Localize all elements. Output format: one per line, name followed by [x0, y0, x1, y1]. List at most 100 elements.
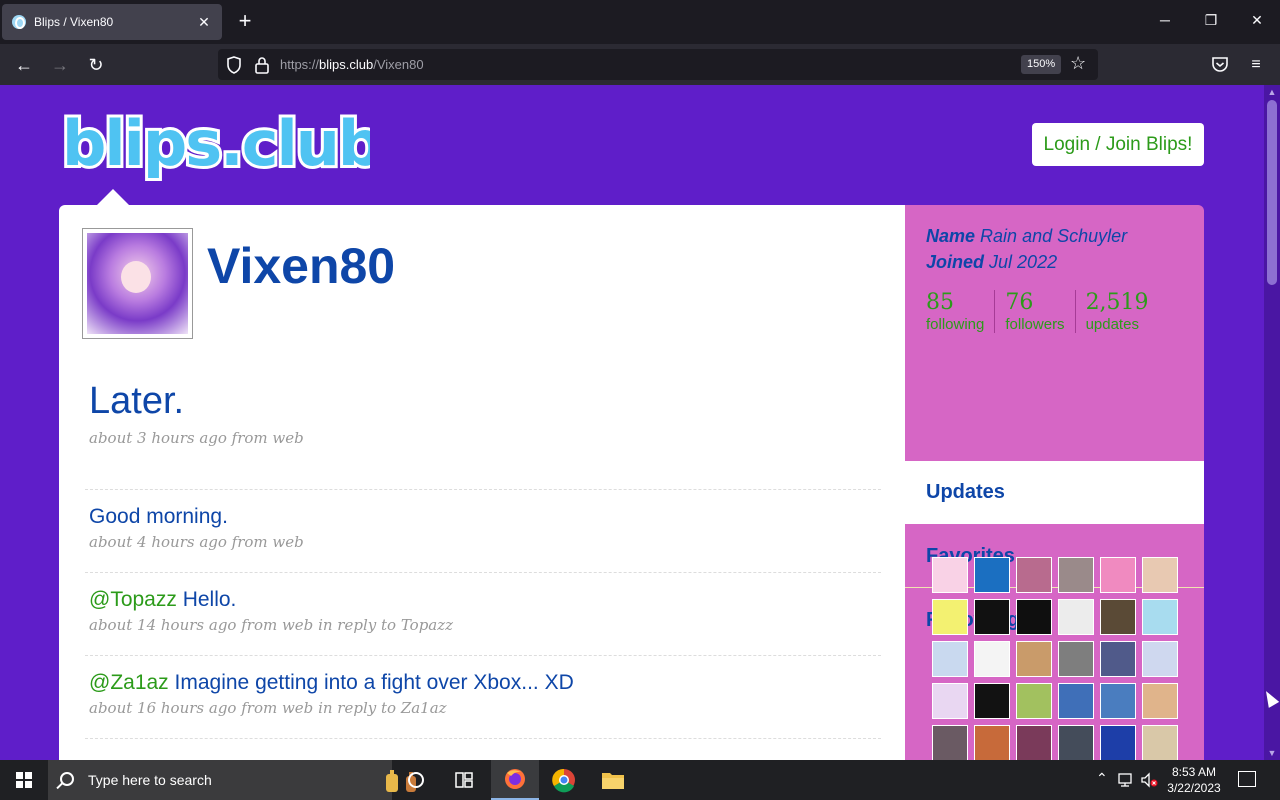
post-item: Good morning. about 4 hours ago from web — [89, 505, 304, 551]
updates-label: updates — [1085, 316, 1139, 333]
following-avatar[interactable] — [932, 641, 968, 677]
reload-icon[interactable]: ↻ — [84, 53, 108, 77]
following-avatar[interactable] — [1058, 557, 1094, 593]
site-logo[interactable]: blips.club — [58, 105, 370, 185]
scrollbar-thumb[interactable] — [1267, 100, 1277, 285]
followers-stat[interactable]: 76 followers — [1005, 290, 1076, 333]
avatar-image — [87, 233, 188, 334]
profile-info: Name Rain and Schuyler Joined Jul 2022 — [926, 223, 1127, 275]
taskbar-firefox[interactable] — [491, 760, 539, 800]
following-avatar[interactable] — [932, 725, 968, 760]
name-value: Rain and Schuyler — [980, 226, 1128, 246]
post-meta[interactable]: about 3 hours ago from web — [89, 429, 304, 447]
back-icon[interactable]: ← — [12, 53, 36, 77]
post-time-link[interactable]: about 14 hours ago from web — [89, 616, 313, 634]
scroll-up-icon[interactable]: ▲ — [1264, 85, 1280, 99]
folder-icon — [602, 773, 624, 789]
scroll-down-icon[interactable]: ▼ — [1264, 746, 1280, 760]
following-avatar[interactable] — [974, 599, 1010, 635]
following-stat[interactable]: 85 following — [926, 290, 996, 333]
tray-chevron-icon[interactable]: ⌃ — [1096, 770, 1108, 787]
post-mention-link[interactable]: @Topazz — [89, 588, 177, 611]
taskbar-chrome[interactable] — [540, 760, 588, 800]
reply-to-link[interactable]: in reply to Za1az — [318, 699, 447, 717]
volume-muted-icon[interactable] — [1140, 772, 1158, 788]
zoom-level-button[interactable]: 150% — [1021, 55, 1062, 74]
following-avatar[interactable] — [974, 683, 1010, 719]
reply-to-link[interactable]: in reply to Topazz — [318, 616, 453, 634]
following-avatar[interactable] — [1100, 599, 1136, 635]
following-avatar[interactable] — [1100, 641, 1136, 677]
following-avatar[interactable] — [1058, 641, 1094, 677]
url-prefix: https:// — [280, 57, 320, 72]
following-avatar[interactable] — [1100, 557, 1136, 593]
following-avatar[interactable] — [1142, 599, 1178, 635]
cortana-icon[interactable] — [408, 772, 424, 788]
following-avatar[interactable] — [1058, 683, 1094, 719]
clock-time: 8:53 AM — [1171, 765, 1217, 779]
shield-icon[interactable] — [226, 56, 242, 74]
login-join-button[interactable]: Login / Join Blips! — [1032, 123, 1204, 166]
taskbar-clock[interactable]: 8:53 AM 3/22/2023 — [1160, 764, 1228, 796]
notifications-icon[interactable] — [1238, 771, 1256, 787]
updates-count: 2,519 — [1085, 290, 1149, 315]
pocket-icon[interactable] — [1211, 56, 1229, 73]
restore-icon[interactable]: ❐ — [1201, 12, 1221, 29]
forward-icon[interactable]: → — [48, 53, 72, 77]
post-text: Hello. — [176, 588, 237, 611]
url-bar[interactable]: https://blips.club/Vixen80 150% ☆ — [218, 49, 1098, 80]
start-button[interactable] — [0, 760, 48, 800]
post-divider — [85, 489, 881, 490]
taskbar-file-explorer[interactable] — [589, 760, 637, 800]
post-item: Later. about 3 hours ago from web — [89, 380, 304, 447]
network-icon[interactable] — [1117, 772, 1135, 788]
blips-favicon-icon — [12, 15, 26, 29]
post-text: Good morning. — [89, 505, 228, 528]
url-text[interactable]: https://blips.club/Vixen80 — [280, 57, 424, 72]
following-avatar[interactable] — [1142, 725, 1178, 760]
following-avatar[interactable] — [1016, 557, 1052, 593]
minimize-icon[interactable]: ─ — [1155, 12, 1175, 28]
following-avatar[interactable] — [1100, 683, 1136, 719]
lock-icon[interactable] — [254, 56, 270, 74]
menu-hamburger-icon[interactable]: ≡ — [1244, 53, 1268, 77]
bookmark-star-icon[interactable]: ☆ — [1070, 53, 1086, 74]
following-avatar[interactable] — [974, 641, 1010, 677]
task-view-icon[interactable] — [455, 772, 473, 788]
following-avatar-grid — [932, 557, 1184, 760]
following-avatar[interactable] — [1058, 725, 1094, 760]
profile-avatar[interactable] — [82, 228, 193, 339]
post-meta[interactable]: about 4 hours ago from web — [89, 533, 304, 551]
updates-stat[interactable]: 2,519 updates — [1086, 290, 1159, 333]
post-time-link[interactable]: about 16 hours ago from web — [89, 699, 313, 717]
post-divider — [85, 738, 881, 739]
taskbar-search-box[interactable]: Type here to search — [48, 760, 416, 800]
following-avatar[interactable] — [1016, 725, 1052, 760]
following-avatar[interactable] — [974, 557, 1010, 593]
following-avatar[interactable] — [1142, 641, 1178, 677]
post-mention-link[interactable]: @Za1az — [89, 671, 169, 694]
following-avatar[interactable] — [1142, 557, 1178, 593]
following-avatar[interactable] — [1016, 683, 1052, 719]
following-avatar[interactable] — [932, 599, 968, 635]
page-scrollbar[interactable]: ▲ ▼ — [1264, 85, 1280, 760]
new-tab-button[interactable]: + — [234, 10, 256, 32]
following-avatar[interactable] — [1058, 599, 1094, 635]
firefox-icon — [505, 769, 525, 789]
following-avatar[interactable] — [1016, 641, 1052, 677]
following-avatar[interactable] — [932, 683, 968, 719]
following-avatar[interactable] — [1142, 683, 1178, 719]
joined-value: Jul 2022 — [989, 252, 1058, 272]
following-avatar[interactable] — [974, 725, 1010, 760]
name-label: Name — [926, 226, 976, 246]
close-window-icon[interactable]: ✕ — [1247, 12, 1267, 29]
close-tab-icon[interactable]: ✕ — [196, 14, 212, 31]
browser-tab[interactable]: Blips / Vixen80 ✕ — [2, 4, 222, 40]
tab-updates[interactable]: Updates — [905, 461, 1204, 524]
following-avatar[interactable] — [1100, 725, 1136, 760]
following-label: following — [926, 316, 985, 333]
following-avatar[interactable] — [1016, 599, 1052, 635]
following-avatar[interactable] — [932, 557, 968, 593]
search-icon — [60, 772, 74, 786]
post-meta: about 14 hours ago from web in reply to … — [89, 616, 453, 634]
